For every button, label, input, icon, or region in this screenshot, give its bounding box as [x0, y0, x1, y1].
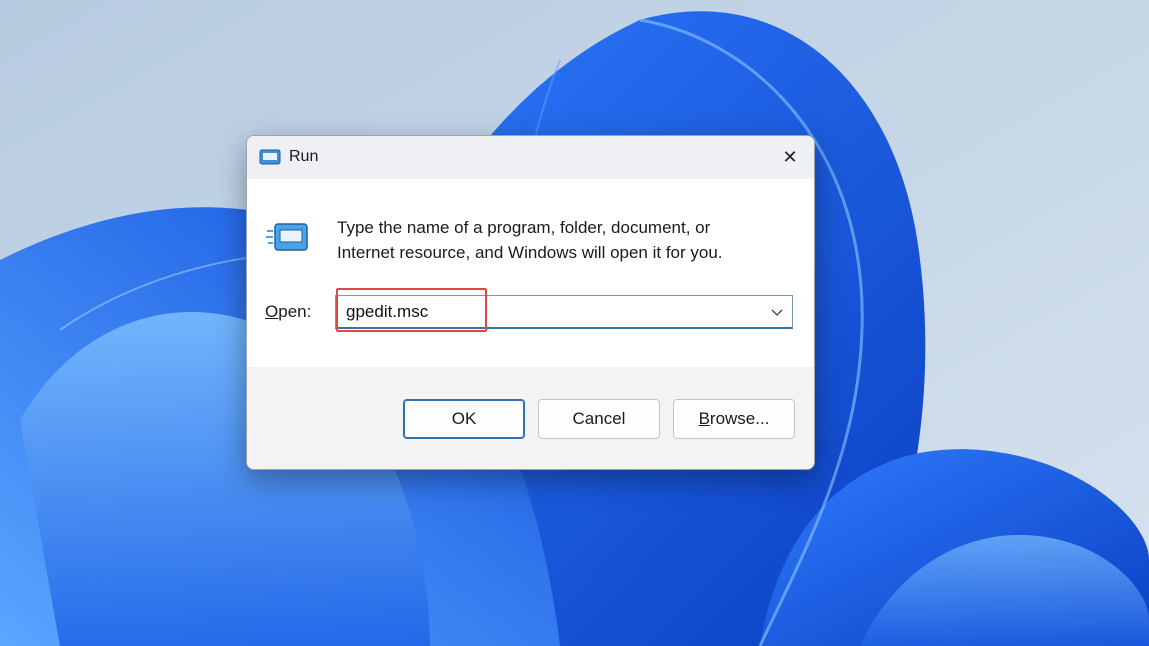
button-bar: OK Cancel Browse...: [247, 367, 814, 469]
dialog-description: Type the name of a program, folder, docu…: [337, 215, 797, 265]
browse-accesskey: B: [698, 409, 710, 428]
cancel-button[interactable]: Cancel: [538, 399, 660, 439]
close-button[interactable]: ✕: [766, 136, 814, 179]
window-title: Run: [289, 148, 319, 165]
browse-label-rest: rowse...: [709, 409, 770, 428]
open-label-rest: pen:: [278, 302, 312, 321]
browse-button[interactable]: Browse...: [673, 399, 795, 439]
open-label: Open:: [265, 302, 311, 322]
dialog-body: Type the name of a program, folder, docu…: [247, 179, 814, 367]
close-icon: ✕: [782, 147, 798, 167]
run-icon: [265, 221, 311, 255]
open-label-accesskey: O: [265, 302, 279, 321]
open-input[interactable]: [346, 299, 746, 325]
ok-button[interactable]: OK: [403, 399, 525, 439]
description-line: Internet resource, and Windows will open…: [337, 243, 723, 262]
run-icon: [259, 148, 281, 166]
title-bar[interactable]: Run ✕: [247, 136, 814, 179]
run-dialog: Run ✕ Type the name of a program, folder…: [246, 135, 815, 470]
chevron-down-icon[interactable]: [768, 303, 786, 321]
description-line: Type the name of a program, folder, docu…: [337, 218, 711, 237]
open-combobox[interactable]: [335, 295, 793, 329]
